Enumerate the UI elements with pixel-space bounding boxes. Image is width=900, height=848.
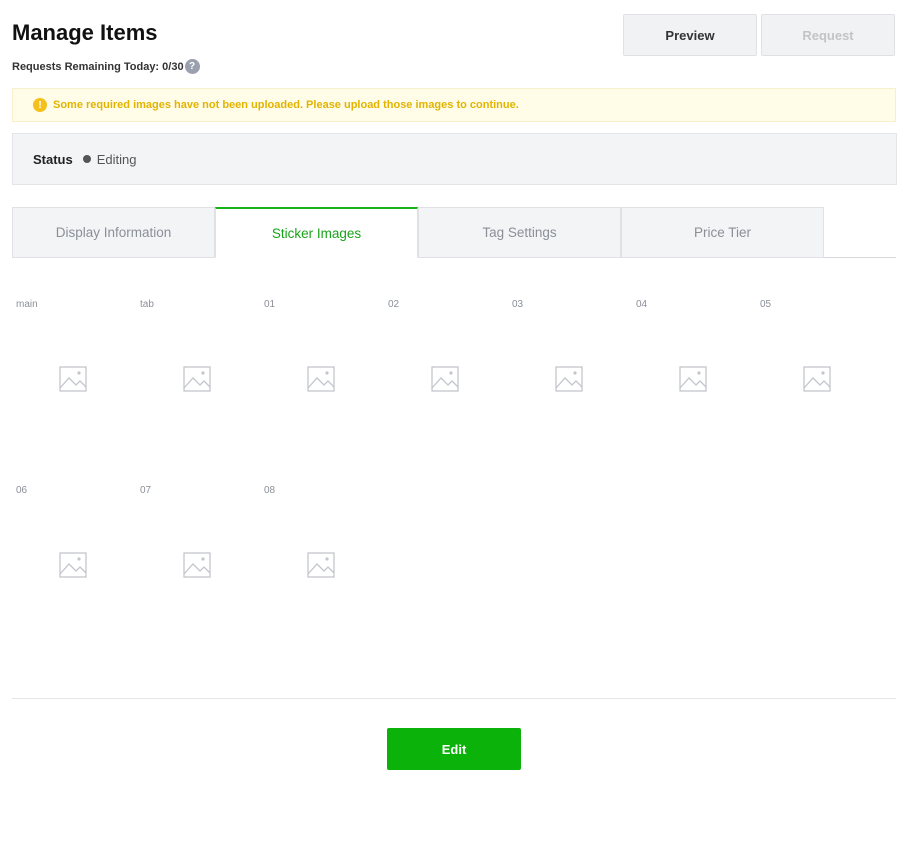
image-placeholder-icon [679,366,707,392]
image-slot-label: 05 [760,299,772,310]
image-slot-label: 01 [264,299,276,310]
tab-sticker-images[interactable]: Sticker Images [215,207,418,258]
status-value: Editing [96,151,137,167]
image-placeholder-icon [183,366,211,392]
image-slot-label: 07 [140,485,152,496]
edit-button[interactable]: Edit [387,728,521,770]
image-slot-label: 03 [512,299,524,310]
image-slot-08[interactable]: 08 [260,485,384,645]
status-panel: Status Editing [12,133,897,185]
image-placeholder-icon [59,552,87,578]
image-placeholder-icon [183,552,211,578]
requests-remaining-text: Requests Remaining Today: 0/30 [12,60,184,73]
image-slot-02[interactable]: 02 [384,299,508,459]
tab-price-tier[interactable]: Price Tier [621,207,824,258]
image-placeholder-icon [555,366,583,392]
image-placeholder-icon [307,552,335,578]
image-slot-label: main [16,299,38,310]
image-slot-label: 04 [636,299,648,310]
image-slot-label: 02 [388,299,400,310]
preview-button[interactable]: Preview [623,14,757,56]
requests-remaining: Requests Remaining Today: 0/30 ? [12,59,200,74]
image-placeholder-icon [803,366,831,392]
image-placeholder-icon [307,366,335,392]
upload-warning-banner: ! Some required images have not been upl… [12,88,896,122]
image-slot-label: 06 [16,485,28,496]
image-slot-01[interactable]: 01 [260,299,384,459]
status-label: Status [33,151,73,167]
warning-icon: ! [33,98,47,112]
image-slot-05[interactable]: 05 [756,299,880,459]
image-slot-tab[interactable]: tab [136,299,260,459]
tab-display-information[interactable]: Display Information [12,207,215,258]
status-dot-icon [82,155,91,163]
image-slot-main[interactable]: main [12,299,136,459]
warning-text: Some required images have not been uploa… [53,99,519,111]
image-placeholder-icon [431,366,459,392]
footer-divider [12,698,896,699]
request-button: Request [761,14,895,56]
image-slot-label: 08 [264,485,276,496]
tab-tag-settings[interactable]: Tag Settings [418,207,621,258]
image-slot-04[interactable]: 04 [632,299,756,459]
tab-bar: Display Information Sticker Images Tag S… [12,207,896,258]
image-slot-03[interactable]: 03 [508,299,632,459]
image-slot-label: tab [140,299,154,310]
manage-items-page: Manage Items Requests Remaining Today: 0… [0,0,900,848]
image-placeholder-icon [59,366,87,392]
help-icon[interactable]: ? [184,59,200,74]
image-slot-07[interactable]: 07 [136,485,260,645]
page-title: Manage Items [12,20,158,45]
image-slot-06[interactable]: 06 [12,485,136,645]
